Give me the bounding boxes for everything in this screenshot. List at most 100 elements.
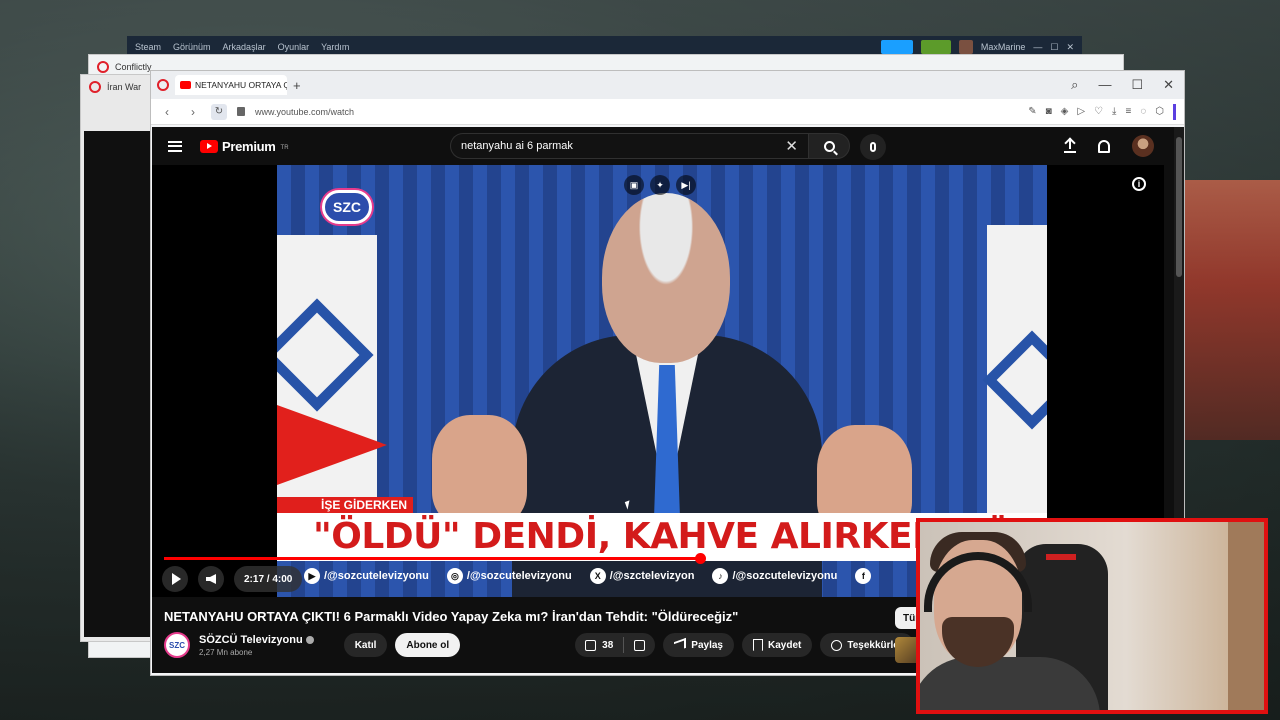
sidebar-accent [1173,103,1176,120]
reload-button[interactable]: ↻ [211,103,227,120]
like-dislike-group: 38 [575,633,656,657]
subscriber-count: 2,27 Mn abone [199,647,253,657]
heart-icon[interactable]: ♡ [1094,106,1103,117]
tab-search-icon[interactable]: ⌕ [1071,77,1078,93]
save-button[interactable]: Kaydet [741,633,813,657]
dislike-button[interactable] [624,633,655,657]
steam-announcement-button[interactable] [880,40,913,54]
search-input[interactable]: netanyahu ai 6 parmak ✕ [450,133,808,159]
download-icon[interactable]: ⤓ [1112,106,1116,117]
bookmark-icon [752,639,763,651]
forward-button[interactable]: › [185,105,201,119]
opera-logo-icon[interactable] [157,79,169,91]
steam-close-icon[interactable]: ✕ [1066,42,1074,53]
steam-maximize-icon[interactable]: ☐ [1050,42,1058,53]
voice-search-button[interactable] [860,134,886,160]
back-browser-window-2: İran War [80,74,160,642]
like-count: 38 [602,639,614,651]
video-social-handles: ▶/@sozcutelevizyonu ◎/@sozcutelevizyonu … [304,568,875,584]
lock-icon[interactable] [237,107,245,116]
address-bar-actions: ✎ ◙ ◈ ▷ ♡ ⤓ ≡ ◌ ⬡ [1028,103,1176,120]
profile-icon[interactable]: ◌ [1140,106,1146,117]
instagram-icon: ◎ [446,568,463,584]
channel-info: SÖZCÜ Televizyonu 2,27 Mn abone [199,634,314,657]
social-instagram: ◎/@sozcutelevizyonu [446,568,572,584]
social-x: X/@szctelevizyon [589,568,694,584]
back-tab-iran-war[interactable]: İran War [107,82,141,92]
progress-scrubber[interactable] [694,553,706,564]
volume-icon [206,574,216,584]
player-icon[interactable]: ▷ [1077,106,1085,117]
social-facebook: f [855,568,875,584]
extensions-icon[interactable]: ⬡ [1155,106,1164,117]
menu-icon[interactable]: ≡ [1125,106,1131,117]
channel-avatar[interactable]: SZC [164,632,190,658]
back-window-content [84,131,158,637]
window-controls: ⌕ — ☐ ✕ [1071,77,1184,93]
steam-notification-button[interactable] [920,40,951,54]
join-button[interactable]: Katıl [343,633,388,657]
tiktok-icon: ♪ [712,568,729,584]
subscribe-button[interactable]: Abone ol [395,633,461,657]
url-field[interactable]: www.youtube.com/watch [255,107,354,117]
microphone-icon [870,142,876,152]
steam-menu-friends[interactable]: Arkadaşlar [223,42,266,52]
miniplayer-icon[interactable]: ▣ [624,175,644,195]
shield-icon[interactable]: ◈ [1061,106,1069,117]
create-upload-icon[interactable] [1064,139,1076,153]
play-icon [171,573,181,585]
steam-menu-view[interactable]: Görünüm [173,42,211,52]
tab-youtube-video[interactable]: NETANYAHU ORTAYA ÇIKT ✕ [175,75,287,95]
youtube-logo[interactable]: Premium TR [200,139,289,154]
steam-menu-help[interactable]: Yardım [321,42,349,52]
steam-username[interactable]: MaxMarine [981,42,1026,52]
video-flag-left [277,235,377,535]
search-button[interactable] [808,133,850,159]
skip-icon[interactable]: ▶| [676,175,696,195]
steam-user-avatar[interactable] [958,40,973,54]
back-browser-tabstrip-2: İran War [81,75,159,99]
facebook-icon: f [855,568,872,584]
close-icon[interactable]: ✕ [1163,77,1174,93]
youtube-logo-region: TR [280,144,289,151]
address-bar: ‹ › ↻ www.youtube.com/watch ✎ ◙ ◈ ▷ ♡ ⤓ … [151,99,1184,125]
edit-icon[interactable]: ✎ [1028,106,1036,117]
clear-search-icon[interactable]: ✕ [785,137,798,155]
thumbs-down-icon [634,639,646,651]
video-actions: 38 Paylaş Kaydet Teşekkürler ... [575,633,946,657]
social-tiktok: ♪/@sozcutelevizyonu [712,568,837,584]
scrollbar-thumb[interactable] [1176,137,1182,277]
account-avatar[interactable] [1132,135,1154,157]
maximize-icon[interactable]: ☐ [1131,77,1143,93]
ai-sparkle-icon[interactable]: ✦ [650,175,670,195]
new-tab-button[interactable]: + [293,78,301,93]
search-icon [823,140,835,152]
notifications-bell-icon[interactable] [1098,139,1110,153]
camera-icon[interactable]: ◙ [1046,106,1052,117]
steam-right-controls: MaxMarine — ☐ ✕ [880,40,1074,54]
minimize-icon[interactable]: — [1098,77,1111,93]
channel-bug-logo: SZC [322,190,372,224]
social-youtube: ▶/@sozcutelevizyonu [304,568,429,584]
video-title: NETANYAHU ORTAYA ÇIKTI! 6 Parmaklı Video… [164,609,739,624]
steam-minimize-icon[interactable]: — [1033,42,1042,52]
back-button[interactable]: ‹ [159,105,175,119]
progress-fill [164,557,700,560]
back-tab-conflictly[interactable]: Conflictly [115,62,152,72]
time-display: 2:17 / 4:00 [234,566,303,592]
play-button[interactable] [162,566,188,592]
youtube-favicon-icon [180,81,191,89]
info-icon[interactable]: i [1132,177,1146,191]
channel-name-row[interactable]: SÖZCÜ Televizyonu [199,634,314,646]
x-icon: X [589,568,606,584]
share-button[interactable]: Paylaş [663,633,734,657]
tab-title: NETANYAHU ORTAYA ÇIKT [195,80,287,90]
channel-name[interactable]: SÖZCÜ Televizyonu [199,634,303,646]
hamburger-menu-icon[interactable] [168,140,182,152]
volume-button[interactable] [198,566,224,592]
opera-logo-icon[interactable] [89,81,101,93]
opera-logo-icon[interactable] [97,61,109,73]
steam-menu-steam[interactable]: Steam [135,42,161,52]
like-button[interactable]: 38 [575,633,623,657]
steam-menu-games[interactable]: Oyunlar [278,42,310,52]
